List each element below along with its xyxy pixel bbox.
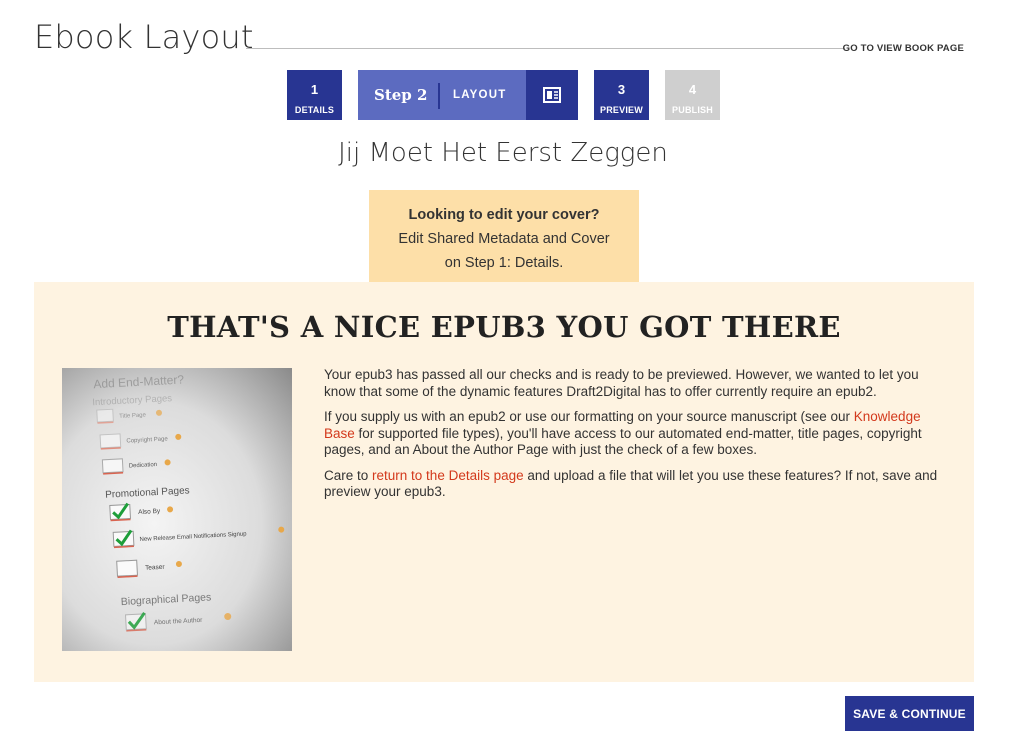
thumb-item: Teaser <box>145 564 166 572</box>
save-continue-button[interactable]: SAVE & CONTINUE <box>845 696 974 731</box>
step-layout[interactable]: Step 2 LAYOUT <box>358 70 578 120</box>
step-label: PUBLISH <box>672 105 713 115</box>
thumb-item: Also By <box>138 508 161 516</box>
notice-line: Edit Shared Metadata and Cover <box>398 231 610 247</box>
paragraph: Your epub3 has passed all our checks and… <box>324 367 919 399</box>
paragraph: Care to return to the Details page and u… <box>324 468 949 501</box>
thumb-title: Add End-Matter? <box>93 372 185 391</box>
thumb-item: About the Author <box>154 617 204 627</box>
step-number: 3 <box>617 82 626 97</box>
step-details[interactable]: 1 DETAILS <box>287 70 342 120</box>
return-to-details-link[interactable]: return to the Details page <box>372 468 524 483</box>
paragraph-text: Care to <box>324 467 373 483</box>
paragraph-text: If you supply us with an epub2 or use ou… <box>324 409 854 424</box>
step-label: DETAILS <box>294 105 335 115</box>
step-number: Step 2 <box>374 86 428 104</box>
view-book-page-link[interactable]: GO TO VIEW BOOK PAGE <box>843 43 964 54</box>
step-navigation: 1 DETAILS Step 2 LAYOUT 3 PREVIEW 4 PUBL… <box>0 70 1036 120</box>
edit-cover-notice: Looking to edit your cover? Edit Shared … <box>369 190 639 282</box>
title-divider <box>246 48 845 49</box>
step-label: LAYOUT <box>453 89 507 101</box>
thumb-item: New Release Email Notifications Signup <box>139 531 247 543</box>
thumb-section: Introductory Pages <box>92 393 172 408</box>
epub3-explanation: Your epub3 has passed all our checks and… <box>324 367 949 510</box>
thumb-section: Promotional Pages <box>105 485 190 500</box>
thumb-item: Copyright Page <box>126 436 168 444</box>
thumb-item: Title Page <box>119 412 147 419</box>
paragraph: If you supply us with an epub2 or use ou… <box>324 409 949 459</box>
step-number: 4 <box>688 82 697 97</box>
step-preview[interactable]: 3 PREVIEW <box>594 70 649 120</box>
thumb-section: Biographical Pages <box>121 591 212 608</box>
end-matter-screenshot: Add End-Matter? Introductory Pages Title… <box>62 368 292 651</box>
paragraph-text: for supported file types), you'll have a… <box>324 425 922 458</box>
notice-heading: Looking to edit your cover? <box>408 207 600 223</box>
page-title: Ebook Layout <box>34 18 254 56</box>
notice-line: on Step 1: Details. <box>444 255 564 271</box>
book-title: Jij Moet Het Eerst Zeggen <box>338 138 668 168</box>
step-publish: 4 PUBLISH <box>665 70 720 120</box>
step-divider <box>438 83 440 109</box>
thumb-item: Dedication <box>129 462 158 469</box>
step-label: PREVIEW <box>600 105 643 115</box>
step-number: 1 <box>310 82 319 97</box>
epub3-info-panel: THAT'S A NICE EPUB3 YOU GOT THERE Add En… <box>34 282 974 682</box>
page-header: Ebook Layout GO TO VIEW BOOK PAGE <box>34 14 969 58</box>
panel-heading: THAT'S A NICE EPUB3 YOU GOT THERE <box>167 310 841 344</box>
layout-icon <box>526 70 578 120</box>
